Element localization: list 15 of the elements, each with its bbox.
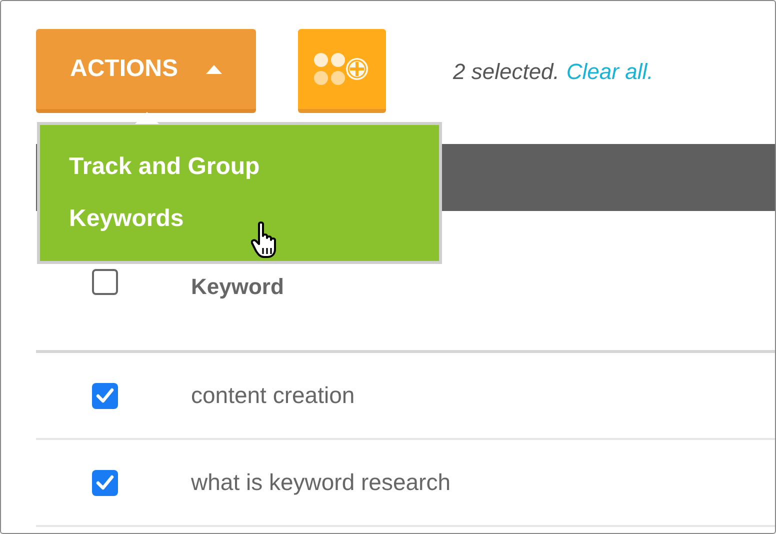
menu-pointer-icon [135,112,159,124]
add-group-button[interactable] [298,29,386,113]
menu-item[interactable]: Keywords [40,203,192,235]
keyword-cell-text: content creation [191,381,355,410]
menu-item[interactable]: Track and Group [40,151,268,183]
select-all-checkbox[interactable] [92,269,118,295]
caret-icon [206,64,222,74]
row-checkbox[interactable] [92,382,118,408]
add-group-icon [313,52,371,86]
actions-button[interactable]: ACTIONS [36,29,256,113]
keyword-cell-text: what is keyword research [191,468,450,498]
clear-all-link[interactable]: Clear all. [566,54,654,88]
column-header: Keyword [191,273,284,301]
selection-count: 2 selected. [453,58,560,86]
row-checkbox[interactable] [92,470,118,496]
